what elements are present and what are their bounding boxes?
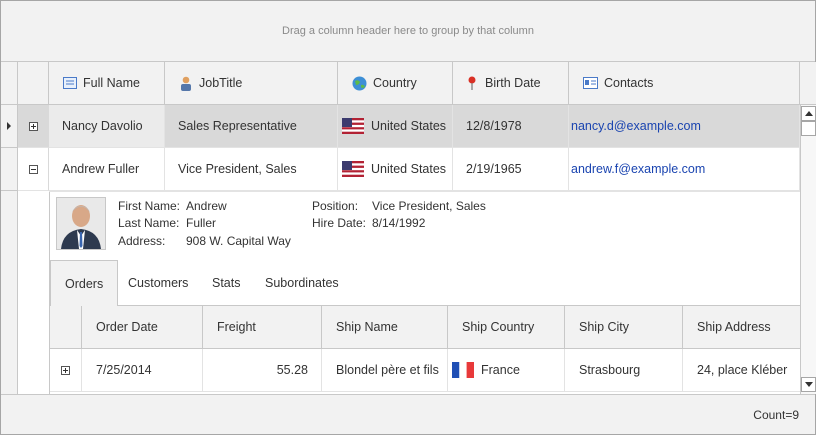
pin-icon xyxy=(467,76,479,91)
collapse-toggle[interactable] xyxy=(18,148,49,191)
table-row[interactable]: Andrew Fuller Vice President, Sales Unit… xyxy=(18,148,800,191)
column-header-jobtitle[interactable]: JobTitle xyxy=(165,62,338,105)
ship-country-label: France xyxy=(481,363,520,377)
group-panel[interactable]: Drag a column header here to group by th… xyxy=(1,1,815,62)
scroll-up-arrow-icon xyxy=(804,111,813,116)
globe-icon xyxy=(352,76,367,91)
sub-column-header-ship-country[interactable]: Ship Country xyxy=(448,306,565,349)
column-header-birth-date[interactable]: Birth Date xyxy=(453,62,569,105)
scroll-down-arrow-icon xyxy=(804,382,813,387)
sub-column-header-ship-address[interactable]: Ship Address xyxy=(683,306,801,349)
status-footer: Count=9 xyxy=(1,394,815,434)
data-grid: Drag a column header here to group by th… xyxy=(0,0,816,435)
expand-plus-icon xyxy=(28,121,38,131)
column-header-label: JobTitle xyxy=(199,76,243,90)
detail-panel: First Name: Andrew Last Name: Fuller Add… xyxy=(49,192,801,394)
row-indicator-detail xyxy=(1,191,18,394)
address-value: 908 W. Capital Way xyxy=(186,234,291,248)
current-row-indicator xyxy=(1,105,18,148)
record-count: Count=9 xyxy=(753,407,799,422)
collapse-minus-icon xyxy=(28,164,38,174)
ship-country-cell[interactable]: France xyxy=(448,349,565,392)
birth-date-cell[interactable]: 2/19/1965 xyxy=(453,148,569,191)
job-title-cell[interactable]: Sales Representative xyxy=(165,105,338,148)
sub-expand-header xyxy=(50,306,82,349)
us-flag-icon xyxy=(342,161,364,177)
contact-card-icon xyxy=(583,77,598,89)
column-header-label: Birth Date xyxy=(485,76,541,90)
detail-tabs: Orders Customers Stats Subordinates xyxy=(50,260,801,307)
avatar xyxy=(57,198,105,249)
expand-plus-icon xyxy=(61,365,70,375)
detail-indent xyxy=(18,191,49,394)
country-label: United States xyxy=(371,119,447,133)
ship-name-cell[interactable]: Blondel père et fils xyxy=(322,349,448,392)
sub-column-header-order-date[interactable]: Order Date xyxy=(82,306,203,349)
row-indicator-header xyxy=(1,62,18,105)
header-corner xyxy=(800,62,816,105)
employee-photo xyxy=(56,197,106,250)
name-card-icon xyxy=(63,77,77,89)
expand-toggle[interactable] xyxy=(18,105,49,148)
hire-date-value: 8/14/1992 xyxy=(372,216,426,230)
column-header-country[interactable]: Country xyxy=(338,62,453,105)
tab-stats[interactable]: Stats xyxy=(198,260,255,306)
vertical-scrollbar[interactable] xyxy=(800,105,816,394)
column-header-label: Contacts xyxy=(604,76,654,90)
row-indicator xyxy=(1,148,18,191)
tab-subordinates[interactable]: Subordinates xyxy=(251,260,353,306)
position-label: Position: xyxy=(312,199,359,213)
country-cell[interactable]: United States xyxy=(338,105,453,148)
hire-date-label: Hire Date: xyxy=(312,216,367,230)
first-name-value: Andrew xyxy=(186,199,227,213)
ship-address-cell[interactable]: 24, place Kléber xyxy=(683,349,801,392)
table-row[interactable]: Nancy Davolio Sales Representative Unite… xyxy=(18,105,800,148)
sub-row-expand-toggle[interactable] xyxy=(50,349,82,392)
tab-customers[interactable]: Customers xyxy=(114,260,202,306)
us-flag-icon xyxy=(342,118,364,134)
order-date-cell[interactable]: 7/25/2014 xyxy=(82,349,203,392)
person-icon xyxy=(179,76,193,91)
full-name-cell[interactable]: Andrew Fuller xyxy=(49,148,165,191)
france-flag-icon xyxy=(452,362,474,378)
row-pointer-icon xyxy=(7,122,11,130)
last-name-label: Last Name: xyxy=(118,216,180,230)
scroll-thumb[interactable] xyxy=(801,121,816,136)
sub-column-header-ship-city[interactable]: Ship City xyxy=(565,306,683,349)
country-cell[interactable]: United States xyxy=(338,148,453,191)
birth-date-cell[interactable]: 12/8/1978 xyxy=(453,105,569,148)
job-title-cell[interactable]: Vice President, Sales xyxy=(165,148,338,191)
freight-cell[interactable]: 55.28 xyxy=(203,349,322,392)
email-link[interactable]: nancy.d@example.com xyxy=(569,105,800,148)
column-header-full-name[interactable]: Full Name xyxy=(49,62,165,105)
column-header-label: Country xyxy=(373,76,417,90)
scroll-down-button[interactable] xyxy=(801,377,816,392)
position-value: Vice President, Sales xyxy=(372,199,486,213)
email-link[interactable]: andrew.f@example.com xyxy=(569,148,800,191)
expand-column-header xyxy=(18,62,49,105)
column-header-label: Full Name xyxy=(83,76,140,90)
last-name-value: Fuller xyxy=(186,216,217,230)
first-name-label: First Name: xyxy=(118,199,181,213)
column-header-contacts[interactable]: Contacts xyxy=(569,62,800,105)
scroll-up-button[interactable] xyxy=(801,106,816,121)
sub-column-header-ship-name[interactable]: Ship Name xyxy=(322,306,448,349)
ship-city-cell[interactable]: Strasbourg xyxy=(565,349,683,392)
address-label: Address: xyxy=(118,234,166,248)
country-label: United States xyxy=(371,162,447,176)
tab-orders[interactable]: Orders xyxy=(50,260,119,307)
full-name-cell[interactable]: Nancy Davolio xyxy=(49,105,165,148)
sub-column-header-freight[interactable]: Freight xyxy=(203,306,322,349)
